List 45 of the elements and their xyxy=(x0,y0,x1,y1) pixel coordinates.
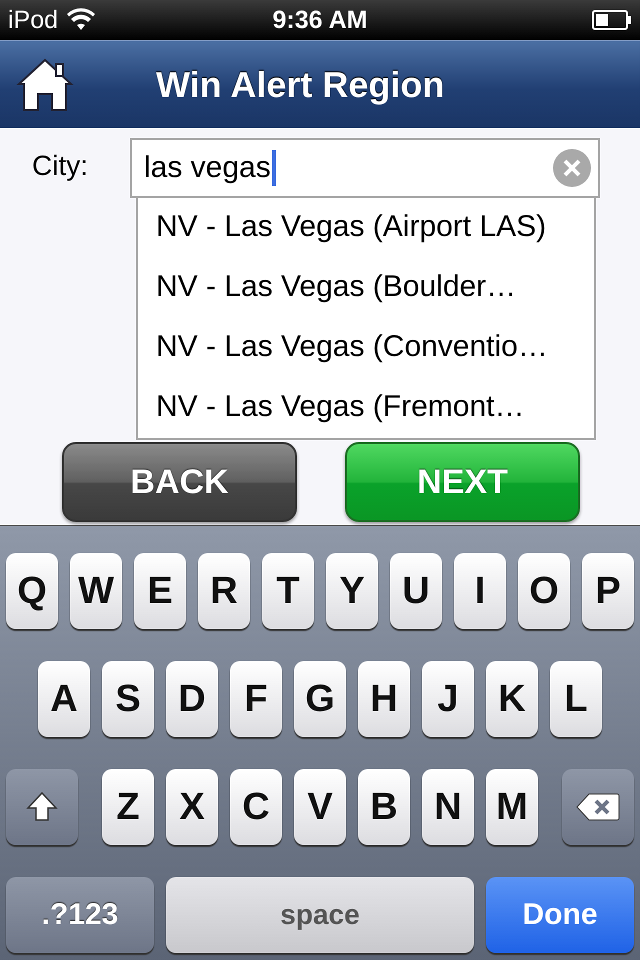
wifi-icon xyxy=(66,8,96,32)
keyboard-key[interactable]: R xyxy=(198,553,250,629)
keyboard-key[interactable]: E xyxy=(134,553,186,629)
keyboard-key[interactable]: X xyxy=(166,769,218,845)
keyboard-key[interactable]: S xyxy=(102,661,154,737)
city-input-field[interactable]: las vegas xyxy=(130,138,600,198)
numbers-key[interactable]: .?123 xyxy=(6,877,154,953)
keyboard-key[interactable]: I xyxy=(454,553,506,629)
delete-key[interactable] xyxy=(562,769,634,845)
shift-icon xyxy=(25,790,59,824)
keyboard-key[interactable]: Q xyxy=(6,553,58,629)
clock-time: 9:36 AM xyxy=(272,6,368,34)
keyboard-key[interactable]: H xyxy=(358,661,410,737)
done-key[interactable]: Done xyxy=(486,877,634,953)
keyboard-key[interactable]: J xyxy=(422,661,474,737)
suggestion-item[interactable]: NV - Las Vegas (Fremont… xyxy=(138,378,594,438)
keyboard-key[interactable]: K xyxy=(486,661,538,737)
keyboard-key[interactable]: U xyxy=(390,553,442,629)
keyboard-key[interactable]: O xyxy=(518,553,570,629)
carrier-name: iPod xyxy=(8,6,58,34)
keyboard-key[interactable]: F xyxy=(230,661,282,737)
screen-title: Win Alert Region xyxy=(156,64,444,106)
keyboard-key[interactable]: W xyxy=(70,553,122,629)
city-label: City: xyxy=(31,149,89,182)
keyboard-key[interactable]: G xyxy=(294,661,346,737)
suggestion-item[interactable]: NV - Las Vegas (Conventio… xyxy=(138,318,594,378)
keyboard-key[interactable]: N xyxy=(422,769,474,845)
keyboard-key[interactable]: V xyxy=(294,769,346,845)
keyboard-key[interactable]: P xyxy=(582,553,634,629)
suggestion-item[interactable]: NV - Las Vegas (Airport LAS) xyxy=(138,198,594,258)
keyboard-key[interactable]: L xyxy=(550,661,602,737)
battery-icon xyxy=(592,10,632,30)
backspace-icon xyxy=(575,792,621,822)
keyboard-key[interactable]: A xyxy=(38,661,90,737)
keyboard-key[interactable]: Z xyxy=(102,769,154,845)
back-button[interactable]: BACK xyxy=(62,442,297,522)
keyboard-key[interactable]: M xyxy=(486,769,538,845)
keyboard-key[interactable]: Y xyxy=(326,553,378,629)
keyboard-key[interactable]: D xyxy=(166,661,218,737)
shift-key[interactable] xyxy=(6,769,78,845)
suggestion-item[interactable]: NV - Las Vegas (Boulder… xyxy=(138,258,594,318)
space-key[interactable]: space xyxy=(166,877,474,953)
keyboard-key[interactable]: T xyxy=(262,553,314,629)
keyboard-key[interactable]: B xyxy=(358,769,410,845)
keyboard-key[interactable]: C xyxy=(230,769,282,845)
